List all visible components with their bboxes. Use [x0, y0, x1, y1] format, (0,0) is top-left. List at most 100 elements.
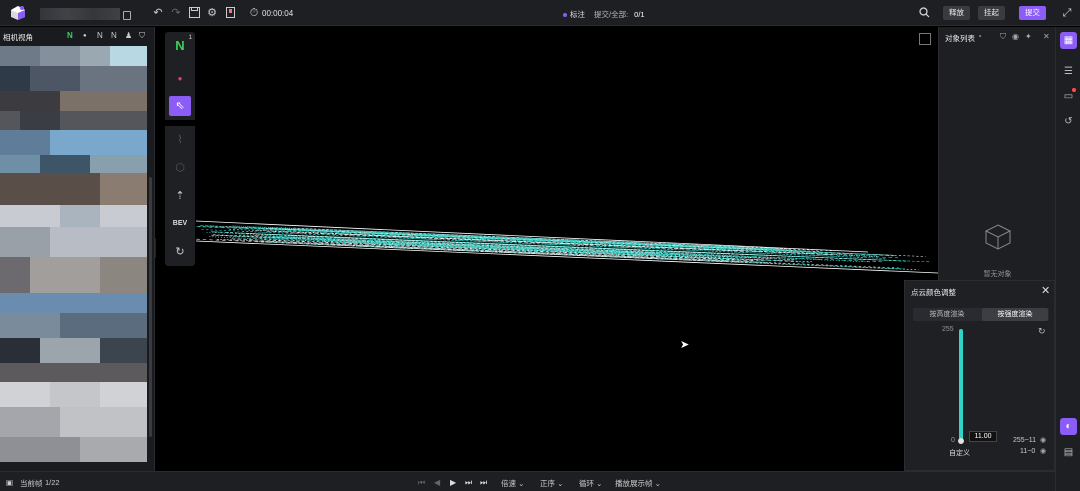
slider-min-label: 0: [951, 437, 955, 444]
submit-stat: 提交/全部: 0/1: [594, 9, 645, 20]
pointcloud-stroke: [266, 231, 747, 252]
bookmark-icon[interactable]: [224, 7, 236, 19]
upload-tool[interactable]: ⇡: [165, 182, 195, 210]
slider-max-label: 255: [942, 326, 954, 333]
camera-thumbnail-4[interactable]: [0, 293, 147, 382]
clock-icon: ⏱: [249, 7, 259, 19]
color-adjust-panel: 点云颜色调整 ✕ 按高度渲染 按强度渲染 ↻ 255 0 11.00 自定义 2…: [904, 280, 1055, 471]
tab-height-render[interactable]: 按高度渲染: [914, 308, 980, 321]
first-frame-icon[interactable]: ⏮: [418, 478, 425, 488]
custom-label: 自定义: [949, 450, 970, 457]
notification-dot: [1072, 88, 1076, 92]
refresh-icon[interactable]: ↻: [1038, 326, 1046, 337]
camera-panel-scrollbar[interactable]: [149, 177, 152, 437]
tab-intensity-render[interactable]: 按强度渲染: [982, 308, 1048, 321]
range-high-label: 255~11: [1013, 437, 1037, 444]
bev-tool[interactable]: BEV: [165, 210, 195, 238]
camera-panel-header: 相机视角 N ● N N ♟ ⛉: [0, 27, 154, 45]
empty-box-icon: [984, 224, 1012, 250]
history-icon[interactable]: ↺: [1060, 113, 1077, 130]
display-frame-select[interactable]: 播放展示帧 ⌄: [615, 478, 661, 489]
polygon-tool[interactable]: ⬡: [165, 154, 195, 182]
undo-icon[interactable]: ↶: [152, 7, 164, 19]
tool-palette: N 1 ● ⇖ ⌇ ⬡ ⇡ BEV ↻: [165, 32, 195, 266]
current-frame-label: 当前帧: [20, 479, 43, 488]
cursor-icon: ⇖: [169, 96, 191, 117]
save-icon[interactable]: [188, 7, 200, 19]
lasso-tool[interactable]: ⌇: [165, 126, 195, 154]
play-icon[interactable]: ▶: [450, 478, 456, 487]
list-icon[interactable]: ☰: [1060, 63, 1077, 80]
order-select[interactable]: 正序 ⌄: [540, 478, 563, 489]
app-logo: [11, 6, 25, 20]
intensity-slider-track[interactable]: [959, 329, 963, 441]
next-frame-icon[interactable]: ⏭: [465, 478, 472, 488]
task-name-blurred: [40, 8, 120, 20]
object-list-title: 对象列表: [945, 34, 975, 43]
monitor-icon[interactable]: ▭: [1060, 88, 1077, 105]
pointcloud-canvas[interactable]: [156, 27, 938, 471]
close-icon[interactable]: ✕: [1041, 284, 1050, 297]
camera-panel-title: 相机视角: [3, 33, 33, 42]
pointcloud-view: [195, 220, 938, 274]
point-icon: ●: [177, 74, 183, 83]
funnel-icon[interactable]: ⛉: [139, 31, 145, 41]
loop-select[interactable]: 循环 ⌄: [579, 478, 602, 489]
camera-thumbnail-2[interactable]: [0, 130, 147, 205]
close-icon[interactable]: ✕: [1043, 32, 1050, 41]
fullscreen-icon[interactable]: ⤢: [1061, 7, 1073, 19]
compass-n-icon: N: [175, 38, 185, 53]
chart-icon[interactable]: ▤: [1060, 444, 1077, 461]
n-mirror-icon[interactable]: N: [111, 31, 117, 40]
camera-thumbnail-5[interactable]: [0, 382, 147, 462]
prev-frame-icon[interactable]: ◀: [434, 478, 440, 487]
submit-stat-label: 提交/全部:: [594, 10, 629, 19]
refresh-icon: ↻: [175, 246, 185, 258]
eye-icon[interactable]: ◉: [1040, 447, 1046, 455]
reset-view-tool[interactable]: ↻: [165, 238, 195, 266]
n-flip-icon[interactable]: N: [97, 31, 103, 40]
slider-value-input[interactable]: 11.00: [969, 431, 997, 442]
settings-icon[interactable]: ⚙: [206, 7, 218, 19]
loop-label: 循环: [579, 479, 594, 488]
upload-icon: ⇡: [175, 190, 185, 202]
polygon-icon: ⬡: [175, 162, 185, 174]
right-rail: ▦ ☰ ▭ ↺ ◐ ▤: [1055, 27, 1080, 491]
empty-object-text: 暂无对象: [983, 271, 1012, 278]
canvas-fullscreen-icon[interactable]: [919, 33, 931, 45]
copy-icon[interactable]: [123, 11, 131, 20]
compass-tool[interactable]: N 1: [165, 32, 195, 64]
redo-icon[interactable]: ↷: [170, 7, 182, 19]
point-tool[interactable]: ●: [165, 64, 195, 92]
person-icon[interactable]: ♟: [125, 31, 132, 40]
filter-icon[interactable]: ⛉: [1000, 32, 1006, 42]
current-frame-value: 1/22: [45, 478, 60, 487]
eye-icon[interactable]: ◉: [1040, 436, 1046, 444]
camera-thumbnail-3[interactable]: [0, 205, 147, 293]
last-frame-icon[interactable]: ⏭: [480, 478, 487, 488]
intensity-slider-handle[interactable]: [958, 438, 964, 444]
order-label: 正序: [540, 479, 555, 488]
release-button[interactable]: 释放: [943, 6, 970, 20]
select-tool[interactable]: ⇖: [165, 92, 195, 120]
grid-icon[interactable]: ▦: [1060, 32, 1077, 49]
search-icon[interactable]: [918, 7, 930, 19]
mode-indicator: 标注: [563, 9, 585, 20]
camera-thumbnail-1[interactable]: [0, 46, 147, 130]
mode-label: 标注: [570, 10, 585, 19]
speed-select[interactable]: 倍速 ⌄: [501, 478, 524, 489]
mouse-cursor-icon: ➤: [680, 339, 690, 351]
camera-panel: 相机视角 N ● N N ♟ ⛉: [0, 27, 155, 471]
submit-button[interactable]: 提交: [1019, 6, 1046, 20]
locate-icon[interactable]: ✦: [1025, 32, 1032, 41]
eye-icon[interactable]: ◉: [1012, 32, 1019, 41]
range-low-label: 11~0: [1020, 448, 1036, 455]
playback-bar: ▣ 当前帧 1/22 ⏮ ◀ ▶ ⏭ ⏭ 倍速 ⌄ 正序 ⌄ 循环 ⌄ 播放展示…: [0, 471, 1055, 491]
suspend-button[interactable]: 挂起: [978, 6, 1005, 20]
sort-icon[interactable]: ◔: [977, 32, 982, 41]
palette-icon[interactable]: ◐: [1060, 418, 1077, 435]
top-bar: ↶ ↷ ⚙ ⏱ 00:00:04 标注 提交/全部: 0/1 释放 挂起 提交 ⤢: [0, 0, 1080, 26]
n-icon[interactable]: N: [67, 31, 73, 40]
dot-icon[interactable]: ●: [83, 33, 87, 39]
submit-stat-value: 0/1: [634, 10, 645, 19]
